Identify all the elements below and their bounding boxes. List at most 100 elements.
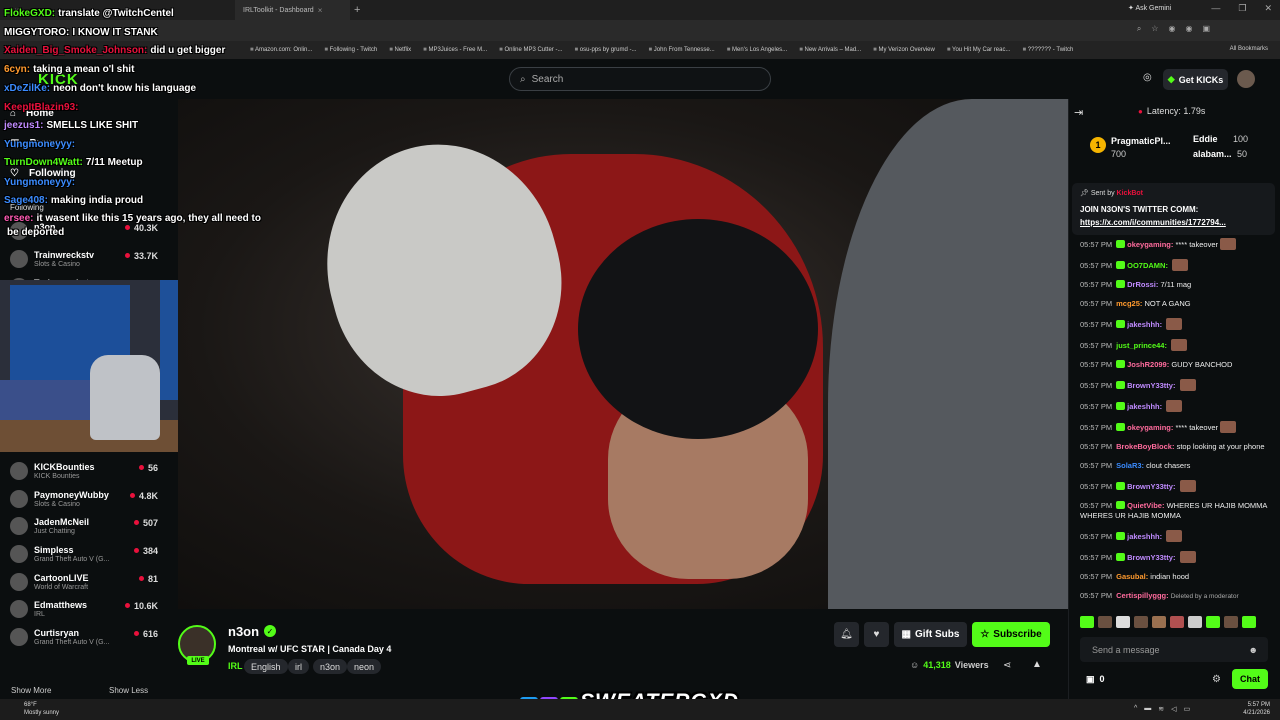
new-tab-icon[interactable]: + — [354, 4, 360, 16]
chat-username[interactable]: mcg25: — [1116, 299, 1142, 308]
bookmark-item[interactable]: MP3Juices - Free M... — [423, 47, 487, 53]
chat-message[interactable]: 05:57 PM BrownY33tty: — [1080, 480, 1270, 492]
close-icon[interactable]: × — [318, 6, 323, 15]
emote-icon[interactable] — [1134, 616, 1148, 628]
wifi-icon[interactable]: ≋ — [1158, 705, 1164, 713]
channel-name[interactable]: n3on — [228, 624, 259, 639]
report-icon[interactable]: ▲ — [1032, 659, 1042, 670]
gear-icon[interactable]: ⚙ — [1212, 674, 1221, 685]
follow-button[interactable]: ♥ — [864, 622, 889, 647]
followed-channel[interactable]: KICKBounties KICK Bounties 56 — [10, 460, 158, 484]
emote-icon[interactable] — [1206, 616, 1220, 628]
chat-username[interactable]: BrownY33tty: — [1127, 553, 1175, 562]
followed-channel[interactable]: CartoonLIVE World of Warcraft 81 — [10, 571, 158, 595]
stream-tag[interactable]: irl — [288, 659, 309, 674]
gifter-name[interactable]: PragmaticPl... — [1111, 136, 1171, 146]
followed-channel[interactable]: Simpless Grand Theft Auto V (G... 384 — [10, 543, 158, 567]
chat-message[interactable]: 05:57 PM okeygaming: **** takeover — [1080, 421, 1270, 433]
share-icon[interactable]: ⋖ — [1003, 660, 1011, 671]
chat-username[interactable]: BrownY33tty: — [1127, 482, 1175, 491]
search-input[interactable]: ⌕ Search — [509, 67, 771, 91]
puzzle-icon[interactable]: ▣ — [1202, 24, 1210, 34]
followed-channel[interactable]: Curtisryan Grand Theft Auto V (G... 616 — [10, 626, 158, 650]
chat-message[interactable]: 05:57 PM BrownY33tty: — [1080, 379, 1270, 391]
emote-icon[interactable] — [1188, 616, 1202, 628]
chat-message[interactable]: 05:57 PM jakeshhh: — [1080, 400, 1270, 412]
pinned-message[interactable]: 📌︎ Sent by KickBot JOIN N3ON'S TWITTER C… — [1072, 183, 1275, 235]
search-icon[interactable]: ⌕ — [1137, 24, 1141, 34]
pinned-link[interactable]: https://x.com/i/communities/1772794... — [1080, 218, 1250, 227]
weather-widget[interactable]: 68°F Mostly sunny — [24, 701, 59, 717]
maximize-icon[interactable]: ❐ — [1238, 3, 1246, 14]
bookmark-item[interactable]: Following - Twitch — [324, 47, 378, 53]
chevron-up-icon[interactable]: ^ — [1134, 705, 1137, 713]
chat-username[interactable]: BrownY33tty: — [1127, 381, 1175, 390]
followed-channel[interactable]: Trainwreckstv Slots & Casino 33.7K — [10, 248, 158, 272]
star-icon[interactable]: ☆ — [1151, 24, 1158, 34]
get-kicks-button[interactable]: ◆ Get KICKs — [1163, 69, 1228, 90]
extension-icon[interactable]: ◉ — [1168, 24, 1175, 34]
chat-message[interactable]: 05:57 PM Gasubal: indian hood — [1080, 572, 1270, 582]
chat-message[interactable]: 05:57 PM okeygaming: **** takeover — [1080, 238, 1270, 250]
stream-tag[interactable]: English — [244, 659, 288, 674]
chat-username[interactable]: QuietVibe: — [1127, 501, 1164, 510]
followed-channel[interactable]: JadenMcNeil Just Chatting 507 — [10, 515, 158, 539]
bookmark-item[interactable]: Netflix — [389, 47, 412, 53]
chat-username[interactable]: okeygaming: — [1127, 240, 1173, 249]
close-window-icon[interactable]: ✕ — [1264, 3, 1272, 14]
chat-message[interactable]: 05:57 PM OO7DAMN: — [1080, 259, 1270, 271]
chat-username[interactable]: Certispillyggg: — [1116, 591, 1169, 600]
emote-icon[interactable] — [1242, 616, 1256, 628]
all-bookmarks[interactable]: All Bookmarks — [1230, 46, 1268, 52]
chat-username[interactable]: okeygaming: — [1127, 423, 1173, 432]
notifications-icon[interactable]: ◎ — [1143, 72, 1152, 83]
collapse-chat-icon[interactable]: ⇥ — [1074, 106, 1083, 119]
browser-tab-active[interactable]: IRLToolkit - Dashboard × — [235, 0, 350, 20]
address-bar[interactable] — [0, 20, 1280, 41]
show-less-button[interactable]: Show Less — [109, 686, 148, 695]
folder-icon[interactable]: ▬ — [1144, 705, 1151, 713]
system-clock[interactable]: 5:57 PM 4/21/2026 — [1243, 701, 1270, 717]
extension-icon[interactable]: ◉ — [1185, 24, 1192, 34]
show-more-button[interactable]: Show More — [11, 686, 51, 695]
gifter-name[interactable]: Eddie — [1193, 134, 1218, 144]
chat-username[interactable]: jakeshhh: — [1127, 402, 1162, 411]
stream-tag[interactable]: neon — [347, 659, 382, 674]
minimize-icon[interactable]: — — [1211, 3, 1220, 14]
top-gifter[interactable]: 1 — [1090, 137, 1106, 153]
emote-icon[interactable] — [1098, 616, 1112, 628]
ask-gemini-button[interactable]: ✦ Ask Gemini — [1128, 4, 1171, 12]
chat-username[interactable]: BrokeBoyBlock: — [1116, 442, 1174, 451]
subscribe-button[interactable]: ☆ Subscribe — [972, 622, 1050, 647]
chat-username[interactable]: Gasubal: — [1116, 572, 1148, 581]
bookmark-item[interactable]: Amazon.com: Onlin... — [250, 47, 312, 53]
gifter-name[interactable]: alabam... — [1193, 149, 1232, 159]
chat-username[interactable]: JoshR2099: — [1127, 360, 1169, 369]
chat-message[interactable]: 05:57 PM BrokeBoyBlock: stop looking at y… — [1080, 442, 1270, 452]
bookmark-item[interactable]: New Arrivals – Mad... — [799, 47, 861, 53]
chat-message[interactable]: 05:57 PM jakeshhh: — [1080, 318, 1270, 330]
chat-username[interactable]: DrRossi: — [1127, 280, 1158, 289]
emote-icon[interactable] — [1170, 616, 1184, 628]
bookmark-item[interactable]: Men's Los Angeles... — [727, 47, 787, 53]
chat-message[interactable]: 05:57 PM mcg25: NOT A GANG — [1080, 299, 1270, 309]
emote-icon[interactable] — [1224, 616, 1238, 628]
video-player[interactable] — [178, 99, 1068, 609]
chat-username[interactable]: SolaR3: — [1116, 461, 1144, 470]
bookmark-item[interactable]: osu-pps by grumd -... — [574, 47, 637, 53]
stream-category[interactable]: IRL — [228, 661, 243, 671]
chat-message[interactable]: 05:57 PM JoshR2099: GUDY BANCHOD — [1080, 360, 1270, 370]
followed-channel[interactable]: PaymoneyWubby Slots & Casino 4.8K — [10, 488, 158, 512]
emote-icon[interactable] — [1152, 616, 1166, 628]
bookmark-item[interactable]: You Hit My Car reac... — [947, 47, 1010, 53]
notify-bell-button[interactable]: 🔔︎ — [834, 622, 859, 647]
chat-username[interactable]: OO7DAMN: — [1127, 261, 1168, 270]
bookmark-item[interactable]: Online MP3 Cutter -... — [499, 47, 562, 53]
chat-message[interactable]: 05:57 PM QuietVibe: WHERES UR HAJIB MOMMA… — [1080, 501, 1270, 521]
chat-message[interactable]: 05:57 PM SolaR3: clout chasers — [1080, 461, 1270, 471]
bookmark-item[interactable]: ??????? - Twitch — [1022, 47, 1074, 53]
bookmark-item[interactable]: My Verizon Overview — [873, 47, 934, 53]
chat-input[interactable]: Send a message ☻ — [1080, 637, 1268, 662]
chat-message[interactable]: 05:57 PM just_prince44: — [1080, 339, 1270, 351]
chat-send-button[interactable]: Chat — [1232, 669, 1268, 689]
